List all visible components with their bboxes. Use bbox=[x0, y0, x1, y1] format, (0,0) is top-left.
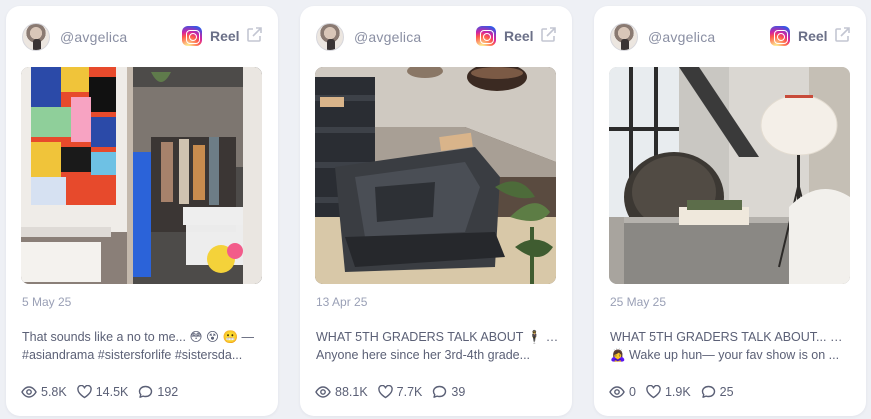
heart-icon bbox=[377, 385, 393, 399]
card-header: @avgelica Reel bbox=[316, 23, 557, 51]
avatar[interactable] bbox=[316, 23, 344, 51]
username[interactable]: @avgelica bbox=[648, 29, 715, 45]
comments-stat: 25 bbox=[701, 385, 734, 399]
likes-count: 14.5K bbox=[95, 385, 129, 399]
post-stats: 5.8K 14.5K 192 bbox=[21, 383, 188, 401]
views-stat: 5.8K bbox=[21, 385, 67, 399]
card-header: @avgelica Reel bbox=[610, 23, 851, 51]
post-type-label: Reel bbox=[210, 28, 240, 44]
post-caption: WHAT 5TH GRADERS TALK ABOUT 🕴️ ☠️ 🙇‍♀️ A… bbox=[316, 328, 560, 364]
username[interactable]: @avgelica bbox=[354, 29, 421, 45]
post-card[interactable]: @avgelica Reel bbox=[594, 6, 866, 416]
post-stats: 0 1.9K 25 bbox=[609, 383, 744, 401]
post-date: 25 May 25 bbox=[610, 295, 667, 309]
post-type-label: Reel bbox=[798, 28, 828, 44]
comments-stat: 39 bbox=[432, 385, 465, 399]
comments-count: 192 bbox=[157, 385, 179, 399]
post-type-label: Reel bbox=[504, 28, 534, 44]
heart-icon bbox=[646, 385, 661, 399]
avatar[interactable] bbox=[22, 23, 50, 51]
post-date: 5 May 25 bbox=[22, 295, 72, 309]
external-link-icon[interactable] bbox=[245, 26, 263, 44]
eye-icon bbox=[315, 386, 331, 398]
caption-line: WHAT 5TH GRADERS TALK ABOUT... 😳 💀 bbox=[610, 330, 854, 344]
heart-icon bbox=[76, 385, 92, 399]
comments-count: 39 bbox=[451, 385, 466, 399]
post-date: 13 Apr 25 bbox=[316, 295, 368, 309]
caption-line: WHAT 5TH GRADERS TALK ABOUT 🕴️ ☠️ 🙇‍♀️ bbox=[316, 330, 560, 344]
comment-icon bbox=[139, 385, 153, 398]
instagram-icon bbox=[182, 26, 202, 46]
avatar[interactable] bbox=[610, 23, 638, 51]
eye-icon bbox=[21, 386, 37, 398]
post-caption: WHAT 5TH GRADERS TALK ABOUT... 😳 💀 🙇‍♀️ … bbox=[610, 328, 854, 364]
external-link-icon[interactable] bbox=[833, 26, 851, 44]
views-stat: 0 bbox=[609, 385, 636, 399]
instagram-icon bbox=[770, 26, 790, 46]
post-grid: @avgelica Reel 5 May 25 That sounds like… bbox=[0, 0, 871, 419]
post-stats: 88.1K 7.7K 39 bbox=[315, 383, 475, 401]
comment-icon bbox=[433, 385, 447, 398]
caption-line: That sounds like a no to me... 😳 😵 😬 — bbox=[22, 330, 254, 344]
post-card[interactable]: @avgelica Reel bbox=[300, 6, 572, 416]
comments-count: 25 bbox=[719, 385, 734, 399]
card-header: @avgelica Reel bbox=[22, 23, 263, 51]
likes-count: 1.9K bbox=[664, 385, 691, 399]
external-link-icon[interactable] bbox=[539, 26, 557, 44]
comment-icon bbox=[701, 385, 715, 398]
likes-stat: 7.7K bbox=[377, 385, 423, 399]
username[interactable]: @avgelica bbox=[60, 29, 127, 45]
post-card[interactable]: @avgelica Reel bbox=[6, 6, 278, 416]
views-stat: 88.1K bbox=[315, 385, 368, 399]
post-caption: That sounds like a no to me... 😳 😵 😬 — #… bbox=[22, 328, 266, 364]
views-count: 5.8K bbox=[41, 385, 67, 399]
likes-stat: 1.9K bbox=[646, 385, 691, 399]
views-count: 0 bbox=[629, 385, 636, 399]
post-thumbnail[interactable] bbox=[315, 67, 556, 284]
comments-stat: 192 bbox=[138, 385, 178, 399]
caption-line: Anyone here since her 3rd-4th grade... bbox=[316, 348, 531, 362]
views-count: 88.1K bbox=[335, 385, 368, 399]
caption-line: #asiandrama #sistersforlife #sistersda..… bbox=[22, 348, 243, 362]
caption-line: 🙇‍♀️ Wake up hun— your fav show is on ..… bbox=[610, 348, 840, 362]
post-thumbnail[interactable] bbox=[21, 67, 262, 284]
likes-stat: 14.5K bbox=[76, 385, 129, 399]
eye-icon bbox=[609, 386, 625, 398]
post-thumbnail[interactable] bbox=[609, 67, 850, 284]
likes-count: 7.7K bbox=[396, 385, 423, 399]
instagram-icon bbox=[476, 26, 496, 46]
